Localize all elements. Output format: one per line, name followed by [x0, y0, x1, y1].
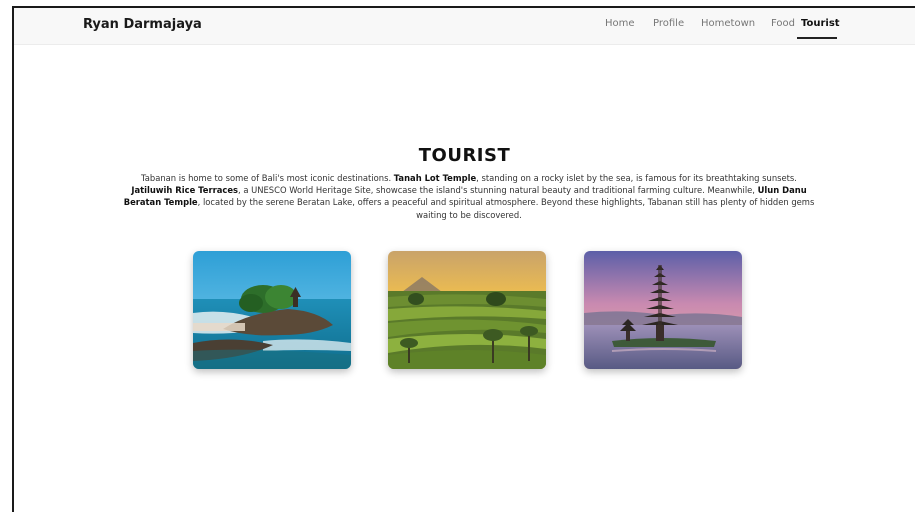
desc-text-4: , located by the serene Beratan Lake, of…	[197, 197, 815, 220]
nav-tourist[interactable]: Tourist	[801, 18, 840, 29]
nav-profile[interactable]: Profile	[653, 18, 684, 29]
page-description: Tabanan is home to some of Bali's most i…	[121, 172, 817, 221]
tanah-lot-image	[193, 251, 351, 369]
active-nav-underline	[797, 37, 837, 39]
nav-home[interactable]: Home	[605, 18, 635, 29]
tourist-gallery	[14, 251, 915, 371]
nav-food[interactable]: Food	[771, 18, 795, 29]
ulun-danu-image	[584, 251, 742, 369]
jatiluwih-image	[388, 251, 546, 369]
navbar: Ryan Darmajaya Home Profile Hometown Foo…	[14, 8, 915, 45]
desc-text-1: Tabanan is home to some of Bali's most i…	[141, 173, 394, 183]
nav-menu: Home Profile Hometown Food Tourist	[14, 18, 915, 44]
browser-viewport: Ryan Darmajaya Home Profile Hometown Foo…	[12, 6, 915, 512]
page-title: TOURIST	[418, 145, 511, 166]
desc-text-2: , standing on a rocky islet by the sea, …	[476, 173, 797, 183]
desc-highlight-jatiluwih: Jatiluwih Rice Terraces	[131, 185, 238, 196]
desc-text-3: , a UNESCO World Heritage Site, showcase…	[238, 185, 758, 196]
desc-highlight-tanah-lot: Tanah Lot Temple	[393, 173, 477, 183]
nav-hometown[interactable]: Hometown	[701, 18, 755, 29]
